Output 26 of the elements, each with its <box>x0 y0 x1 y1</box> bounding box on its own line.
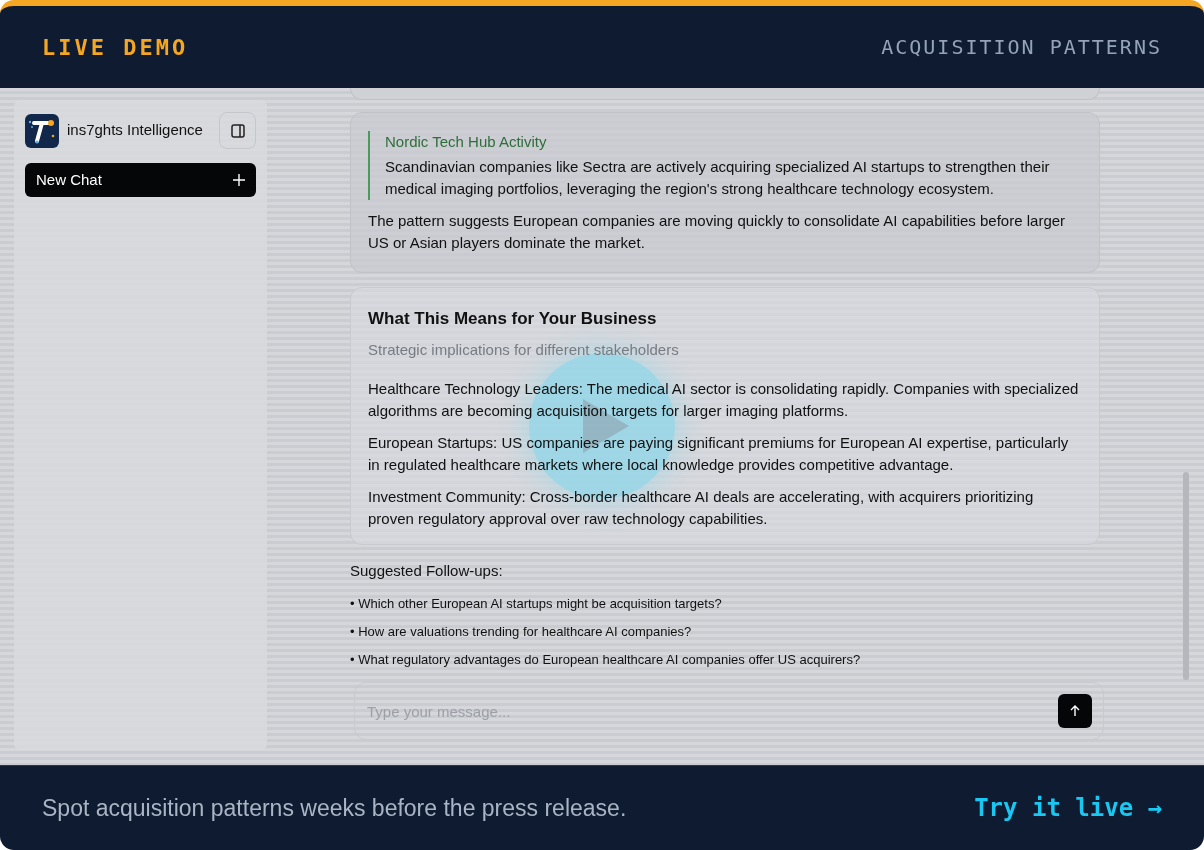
scrollbar[interactable] <box>1183 472 1189 680</box>
paragraph: The pattern suggests European companies are moving quickly to consolidate AI capabilities before larger US or Asian players dominate the market. <box>368 210 1067 253</box>
demo-label: LIVE DEMO <box>42 33 189 62</box>
followup-suggestion[interactable]: • What regulatory advantages do European healthcare AI companies offer US acquirers? <box>350 652 1100 668</box>
brand-name: ins7ghts Intelligence <box>67 120 204 141</box>
quote-text: Scandinavian companies like Sectra are actively acquiring specialized AI startups to strengthen their medical imaging portfolios, leveraging the region's strong healthcare technology ecosystem. <box>385 156 1051 199</box>
tagline: Spot acquisition patterns weeks before the press release. <box>42 793 627 823</box>
sidebar-icon <box>230 123 245 138</box>
logo-icon <box>25 113 59 148</box>
try-it-live-link[interactable]: Try it live → <box>974 790 1162 826</box>
section-title: What This Means for Your Business <box>368 307 658 330</box>
page-title: ACQUISITION PATTERNS <box>881 34 1162 61</box>
followup-suggestion[interactable]: • Which other European AI startups might be acquisition targets? <box>350 596 1100 612</box>
followup-suggestion[interactable]: • How are valuations trending for healthcare AI companies? <box>350 624 1100 640</box>
paragraph: European Startups: US companies are paying significant premiums for European AI expertise, particularly in regulated healthcare markets where local knowledge provides competitive advantage. <box>368 432 1070 475</box>
arrow-up-icon <box>1070 705 1080 717</box>
plus-icon <box>233 174 245 186</box>
sidebar-toggle-button[interactable] <box>219 112 256 149</box>
paragraph: Healthcare Technology Leaders: The medical AI sector is consolidating rapidly. Companies with specialized algorithms are becoming acquisition targets for larger imaging platforms. <box>368 378 1080 421</box>
message-input[interactable]: Type your message... <box>354 682 1104 740</box>
new-chat-button[interactable]: New Chat <box>25 163 256 197</box>
quote-title: Nordic Tech Hub Activity <box>385 132 548 152</box>
section-subtitle: Strategic implications for different stakeholders <box>368 340 680 360</box>
paragraph: Investment Community: Cross-border healthcare AI deals are accelerating, with acquirers prioritizing proven regulatory approval over raw technology capabilities. <box>368 486 1035 529</box>
send-button[interactable] <box>1058 694 1092 728</box>
followups-heading: Suggested Follow-ups: <box>350 560 504 581</box>
